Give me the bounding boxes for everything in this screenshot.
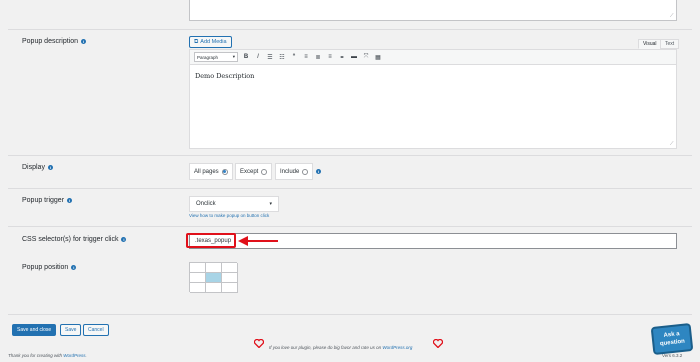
info-icon[interactable]: i [316, 169, 321, 174]
align-left-icon[interactable]: ≡ [302, 53, 310, 61]
italic-icon[interactable]: I [254, 53, 262, 61]
popup-trigger-value: Onclick [196, 201, 216, 207]
bold-icon[interactable]: B [242, 53, 250, 61]
divider [8, 226, 692, 227]
wordpress-org-link[interactable]: WordPress.org [382, 345, 412, 350]
position-cell-top-left[interactable] [190, 263, 206, 273]
radio-except[interactable] [261, 168, 268, 175]
display-label: Display i [22, 164, 53, 171]
numbered-list-icon[interactable]: ☷ [278, 53, 286, 61]
tab-visual-label: Visual [643, 41, 657, 47]
divider [8, 29, 692, 30]
thanks-text: Thank you for creating with WordPress. [8, 353, 87, 358]
badge-line2: question [659, 338, 686, 348]
option-label: Except [240, 168, 259, 175]
bullet-list-icon[interactable]: ☰ [266, 53, 274, 61]
popup-description-text: Popup description [22, 38, 79, 45]
fullscreen-icon[interactable]: ⤧ [362, 53, 370, 61]
thanks-suffix: . [85, 353, 87, 358]
radio-include[interactable] [302, 168, 309, 175]
save-label: Save [65, 327, 77, 333]
position-cell-top-center[interactable] [206, 263, 222, 273]
thanks-prefix: Thank you for creating with [8, 353, 64, 358]
tab-text-label: Text [665, 41, 675, 47]
popup-button-help-link[interactable]: View how to make popup on button click [189, 213, 269, 218]
description-editor: Paragraph ▾ B I ☰ ☷ “ ≡ ≣ ≡ ⚭ ▬ ⤧ ▦ Demo… [189, 49, 677, 149]
wordpress-link[interactable]: WordPress [63, 353, 85, 358]
display-option-except[interactable]: Except [235, 163, 273, 180]
tab-visual[interactable]: Visual [638, 39, 662, 49]
format-select[interactable]: Paragraph ▾ [194, 52, 238, 62]
position-grid [189, 262, 238, 293]
css-selector-label: CSS selector(s) for trigger click i [22, 236, 127, 243]
editor-content[interactable]: Demo Description [190, 65, 676, 87]
cancel-button[interactable]: Cancel [83, 324, 109, 336]
annotation-arrow-icon [238, 236, 278, 246]
position-cell-bottom-center[interactable] [206, 283, 222, 293]
add-media-button[interactable]: ⧉ Add Media [189, 36, 232, 48]
popup-trigger-label: Popup trigger i [22, 197, 73, 204]
position-cell-bottom-left[interactable] [190, 283, 206, 293]
highlight-box [186, 233, 236, 248]
position-cell-middle-right[interactable] [222, 273, 238, 283]
cancel-label: Cancel [88, 327, 104, 333]
info-icon[interactable]: i [81, 39, 87, 44]
previous-textarea[interactable]: ⟋ [189, 0, 677, 21]
position-cell-middle-left[interactable] [190, 273, 206, 283]
tab-text[interactable]: Text [660, 39, 680, 49]
align-right-icon[interactable]: ≡ [326, 53, 334, 61]
popup-trigger-select[interactable]: Onclick ▾ [189, 196, 279, 212]
info-icon[interactable]: i [121, 237, 127, 242]
chevron-down-icon: ▾ [269, 201, 272, 207]
display-text: Display [22, 164, 45, 171]
align-center-icon[interactable]: ≣ [314, 53, 322, 61]
heart-icon [254, 339, 264, 348]
css-selector-text: CSS selector(s) for trigger click [22, 236, 119, 243]
editor-text: Demo Description [195, 72, 255, 80]
popup-position-label: Popup position i [22, 264, 77, 271]
popup-description-label: Popup description i [22, 38, 87, 45]
format-value: Paragraph [197, 54, 219, 60]
editor-toolbar: Paragraph ▾ B I ☰ ☷ “ ≡ ≣ ≡ ⚭ ▬ ⤧ ▦ [190, 50, 676, 65]
position-cell-center[interactable] [206, 273, 222, 283]
divider [8, 188, 692, 189]
heart-icon [433, 339, 443, 348]
option-label: Include [280, 168, 300, 175]
more-icon[interactable]: ▬ [350, 53, 358, 61]
media-icon: ⧉ [194, 38, 199, 45]
display-option-include[interactable]: Include [275, 163, 314, 180]
popup-position-text: Popup position [22, 264, 69, 271]
add-media-label: Add Media [200, 39, 227, 45]
save-and-close-button[interactable]: Save and close [12, 324, 57, 336]
link-icon[interactable]: ⚭ [338, 53, 346, 61]
position-cell-bottom-right[interactable] [222, 283, 238, 293]
badge-line1: Ask a [663, 331, 680, 339]
blockquote-icon[interactable]: “ [290, 53, 298, 61]
radio-all-pages[interactable] [221, 168, 228, 175]
divider [8, 314, 692, 315]
display-option-all-pages[interactable]: All pages [189, 163, 233, 180]
resize-grip-icon[interactable]: ⟋ [670, 14, 675, 19]
popup-trigger-text: Popup trigger [22, 197, 65, 204]
info-icon[interactable]: i [71, 265, 77, 270]
ask-question-badge[interactable]: Ask a question [650, 322, 694, 356]
save-button[interactable]: Save [60, 324, 82, 336]
info-icon[interactable]: i [47, 165, 53, 170]
info-icon[interactable]: i [67, 198, 73, 203]
resize-grip-icon[interactable]: ⟋ [670, 142, 675, 147]
kitchen-sink-icon[interactable]: ▦ [374, 53, 382, 61]
rate-text: If you love our plugin, please do big fa… [269, 345, 412, 350]
chevron-down-icon: ▾ [232, 54, 235, 59]
position-cell-top-right[interactable] [222, 263, 238, 273]
option-label: All pages [194, 168, 219, 175]
divider [8, 155, 692, 156]
rate-text-prefix: If you love our plugin, please do big fa… [269, 345, 383, 350]
save-and-close-label: Save and close [17, 327, 52, 333]
